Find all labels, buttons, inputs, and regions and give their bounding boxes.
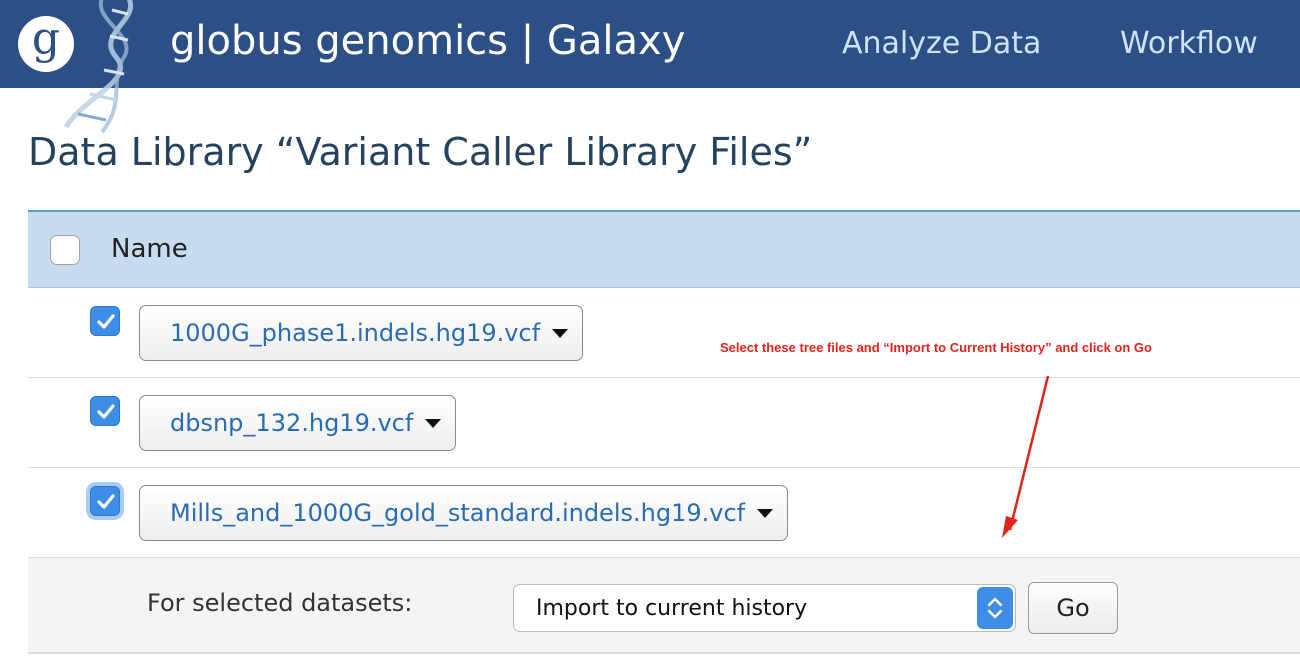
- caret-down-icon: [757, 508, 774, 518]
- dataset-dropdown-button[interactable]: Mills_and_1000G_gold_standard.indels.hg1…: [139, 485, 789, 541]
- table-row: Mills_and_1000G_gold_standard.indels.hg1…: [28, 468, 1300, 558]
- check-icon: [97, 314, 115, 329]
- page-title: Data Library “Variant Caller Library Fil…: [28, 130, 813, 174]
- bulk-action-select[interactable]: Import to current history: [513, 584, 1016, 632]
- dataset-name: dbsnp_132.hg19.vcf: [170, 409, 414, 437]
- bulk-action-label: For selected datasets:: [147, 589, 413, 617]
- go-button[interactable]: Go: [1028, 582, 1118, 634]
- table-header: Name: [28, 210, 1300, 288]
- dna-helix-icon: [63, 0, 134, 134]
- dataset-dropdown-button[interactable]: dbsnp_132.hg19.vcf: [139, 395, 457, 451]
- column-header-name[interactable]: Name: [111, 232, 188, 266]
- nav-workflow[interactable]: Workflow: [1120, 25, 1258, 63]
- annotation-text: Select these tree files and “Import to C…: [720, 340, 1152, 355]
- caret-down-icon: [552, 328, 569, 338]
- check-icon: [97, 494, 115, 509]
- annotation-arrow-icon: [1002, 375, 1050, 538]
- row-checkbox[interactable]: [90, 396, 120, 426]
- navbar: g globus genomics | Galaxy Analyze Data …: [0, 0, 1300, 134]
- nav-analyze-data[interactable]: Analyze Data: [842, 25, 1041, 63]
- dataset-name: Mills_and_1000G_gold_standard.indels.hg1…: [170, 499, 746, 527]
- up-down-chevron-icon: [977, 587, 1013, 629]
- bulk-action-selected-value: Import to current history: [536, 596, 808, 621]
- row-checkbox[interactable]: [90, 306, 120, 336]
- select-all-checkbox[interactable]: [50, 235, 80, 265]
- dataset-dropdown-button[interactable]: 1000G_phase1.indels.hg19.vcf: [139, 305, 584, 361]
- brand-title[interactable]: globus genomics | Galaxy: [170, 17, 685, 65]
- dataset-name: 1000G_phase1.indels.hg19.vcf: [170, 319, 541, 347]
- table-row: 1000G_phase1.indels.hg19.vcf: [28, 288, 1300, 378]
- caret-down-icon: [425, 418, 442, 428]
- table-row: dbsnp_132.hg19.vcf: [28, 378, 1300, 468]
- check-icon: [97, 404, 115, 419]
- page: g globus genomics | Galaxy Analyze Data …: [0, 0, 1300, 661]
- row-checkbox[interactable]: [90, 486, 120, 516]
- bulk-action-row: For selected datasets: Import to current…: [28, 558, 1300, 654]
